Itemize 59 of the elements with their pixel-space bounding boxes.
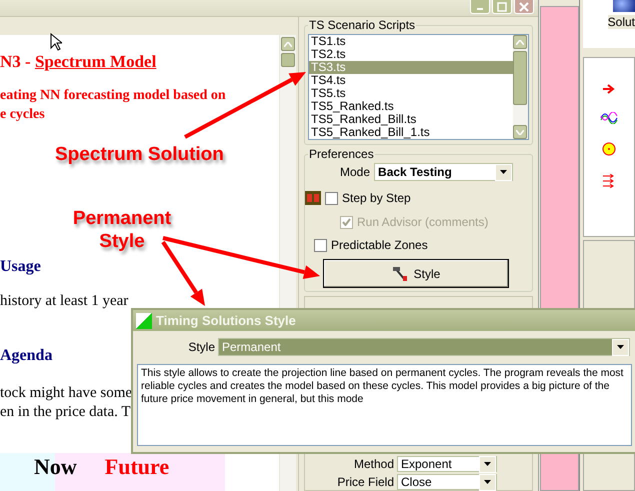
app-logo-icon [136, 312, 152, 328]
scrollbar[interactable] [513, 35, 528, 139]
checkbox[interactable] [325, 192, 338, 204]
arrows-icon [603, 174, 615, 188]
document-heading: N3 - Spectrum Model [0, 53, 156, 70]
style-button[interactable]: Style [323, 259, 509, 288]
dropdown-arrow-icon [617, 345, 624, 349]
section-title: Agenda [0, 347, 52, 365]
dropdown-arrow-icon [484, 480, 491, 484]
film-strip-icon [305, 191, 321, 205]
list-item[interactable]: TS4.ts [309, 74, 513, 87]
dropdown-arrow-icon [484, 462, 491, 466]
scrollbar-thumb[interactable] [281, 53, 295, 67]
group-title: TS Scenario Scripts [308, 18, 416, 32]
checkbox-label: Step by Step [342, 191, 411, 205]
list-item[interactable]: TS5_Ranked_Bill_1.ts [309, 126, 513, 139]
chart-label: Future [104, 453, 170, 481]
subtitle-text: eating NN forecasting model based on [0, 87, 227, 105]
window-button[interactable] [492, 0, 512, 14]
hammer-icon [392, 266, 408, 282]
group-title: Preferences [308, 147, 375, 161]
scripts-list[interactable]: TS1.ts TS2.ts TS3.ts TS4.ts TS5.ts TS5_Ranked.ts TS5_Ranked_Bill.ts TS5_Ranked_Bill_1.ts [308, 34, 529, 140]
circle-icon [602, 142, 616, 156]
description-text: This style allows to create the projection line based on permanent cycles. The program reveals the most reliable cycles and creates the model based on these cycles. This model provides a big picture of the future price movement in general, but this mode [137, 364, 632, 446]
list-item[interactable]: TS5_Ranked_Bill.ts [309, 113, 513, 126]
field-label: Method [352, 457, 394, 471]
field-label: Mode [340, 165, 370, 179]
list-item[interactable]: TS5.ts [309, 87, 513, 100]
subtitle-text: e cycles [0, 106, 46, 124]
chart-label: Now [34, 453, 77, 481]
annotation-text: Permanent Style [72, 207, 172, 253]
checkbox-label: Predictable Zones [331, 238, 428, 252]
section-title: Usage [0, 258, 41, 276]
price-field-dropdown[interactable]: Close [397, 474, 497, 490]
maximize-icon [497, 2, 507, 12]
close-icon [519, 2, 529, 12]
mode-dropdown[interactable]: Back Testing [374, 163, 514, 181]
method-dropdown[interactable]: Exponent [397, 456, 497, 472]
paragraph-text: history at least 1 year [0, 292, 128, 311]
list-item[interactable]: TS2.ts [309, 48, 513, 61]
annotation-text: Spectrum Solution [55, 143, 224, 166]
scrollbar-thumb[interactable] [513, 51, 527, 105]
list-item[interactable]: TS5_Ranked.ts [309, 100, 513, 113]
checkbox[interactable] [314, 238, 327, 252]
field-label: Price Field [336, 475, 394, 489]
minimize-icon [477, 8, 483, 10]
wave-icon [600, 112, 618, 124]
window-button[interactable] [514, 0, 534, 14]
paragraph-text: en in the price data. T [0, 403, 131, 422]
arrow-icon [603, 84, 615, 94]
checkbox-label: Run Advisor (comments) [357, 215, 488, 229]
field-label: Style [188, 340, 215, 354]
heading-link[interactable]: Spectrum Model [34, 52, 156, 71]
list-item[interactable]: TS1.ts [309, 35, 513, 48]
window-button[interactable] [470, 0, 490, 14]
paragraph-text: tock might have some [0, 384, 132, 403]
toolbar-label[interactable]: Solut [608, 15, 635, 29]
dialog-title: Timing Solutions Style [156, 313, 296, 328]
dropdown-arrow-icon [500, 170, 508, 174]
